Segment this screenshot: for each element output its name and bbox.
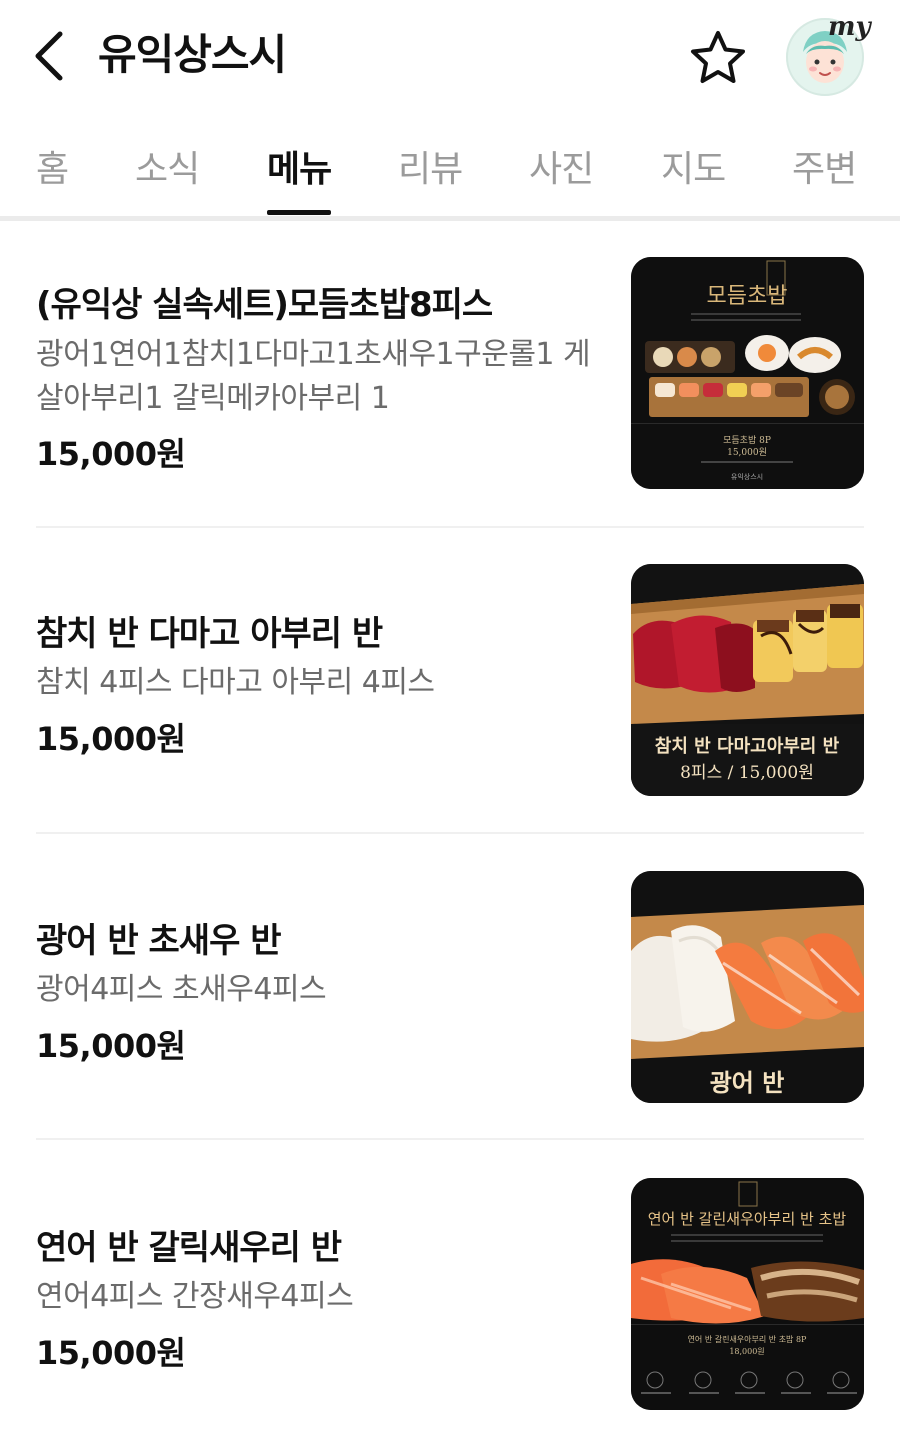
my-badge: my	[828, 12, 871, 42]
divider	[36, 832, 864, 834]
menu-item-description: 광어1연어1참치1다마고1초새우1구운롤1 게살아부리1 갈릭메카아부리 1	[36, 337, 591, 416]
thumb-label: 모듬초밥 8P	[723, 435, 771, 446]
menu-item-name: 참치 반 다마고 아부리 반	[36, 614, 383, 654]
menu-item-description: 참치 4피스 다마고 아부리 4피스	[36, 665, 435, 700]
app-header: 유익상스시 my	[0, 0, 900, 110]
food-image-icon: 참치 반 다마고아부리 반 8피스 / 15,000원	[631, 564, 864, 796]
menu-item-price: 15,000원	[36, 1027, 186, 1065]
chevron-left-icon	[35, 31, 63, 81]
food-image-icon: 모듬초밥 모듬초밥 8P 15,000원 유익상스시	[631, 257, 864, 489]
thumb-price: 8피스 / 15,000원	[680, 763, 814, 783]
tab-reviews[interactable]: 리뷰	[398, 140, 463, 192]
food-image-icon: 연어 반 갈린새우아부리 반 초밥 연어 반 갈린새우아부리 반 초밥 8P 1…	[631, 1178, 864, 1410]
menu-item-image: 광어 반	[631, 871, 864, 1103]
tab-map[interactable]: 지도	[661, 140, 726, 192]
menu-item-name: 연어 반 갈릭새우리 반	[36, 1228, 342, 1268]
page-title: 유익상스시	[98, 30, 287, 79]
thumb-label: 연어 반 갈린새우아부리 반 초밥 8P	[688, 1334, 807, 1344]
thumb-title: 광어 반	[710, 1068, 785, 1097]
menu-item-image: 참치 반 다마고아부리 반 8피스 / 15,000원	[631, 564, 864, 796]
menu-item-description: 광어4피스 초새우4피스	[36, 972, 327, 1007]
thumb-shop: 유익상스시	[731, 472, 763, 481]
menu-item-price: 15,000원	[36, 720, 186, 758]
tab-nearby[interactable]: 주변	[792, 140, 857, 192]
tab-bar: 홈 소식 메뉴 리뷰 사진 지도 주변	[0, 124, 900, 221]
menu-item-name: 광어 반 초새우 반	[36, 921, 281, 961]
divider	[36, 1138, 864, 1140]
menu-item-image: 연어 반 갈린새우아부리 반 초밥 연어 반 갈린새우아부리 반 초밥 8P 1…	[631, 1178, 864, 1410]
tab-menu[interactable]: 메뉴	[267, 140, 332, 192]
menu-item[interactable]: 광어 반 초새우 반 광어4피스 초새우4피스 15,000원 광어 반	[36, 871, 864, 1103]
thumb-title: 모듬초밥	[707, 284, 788, 309]
food-image-icon: 광어 반	[631, 871, 864, 1103]
thumb-price: 18,000원	[729, 1347, 764, 1356]
menu-item-name: (유익상 실속세트)모듬초밥8피스	[36, 285, 493, 325]
tab-news[interactable]: 소식	[135, 140, 200, 192]
active-tab-indicator	[267, 210, 331, 215]
menu-item-price: 15,000원	[36, 1334, 186, 1372]
menu-item[interactable]: 참치 반 다마고 아부리 반 참치 4피스 다마고 아부리 4피스 15,000…	[36, 564, 864, 796]
menu-item-price: 15,000원	[36, 435, 186, 473]
thumb-title: 참치 반 다마고아부리 반	[655, 736, 840, 757]
tab-home[interactable]: 홈	[36, 140, 69, 192]
thumb-price: 15,000원	[727, 447, 767, 458]
menu-item[interactable]: (유익상 실속세트)모듬초밥8피스 광어1연어1참치1다마고1초새우1구운롤1 …	[36, 257, 864, 489]
menu-item[interactable]: 연어 반 갈릭새우리 반 연어4피스 간장새우4피스 15,000원 연어 반 …	[36, 1178, 864, 1410]
divider	[36, 526, 864, 528]
menu-item-description: 연어4피스 간장새우4피스	[36, 1279, 354, 1314]
back-button[interactable]	[28, 24, 76, 88]
menu-item-image: 모듬초밥 모듬초밥 8P 15,000원 유익상스시	[631, 257, 864, 489]
star-icon	[691, 31, 745, 83]
favorite-button[interactable]	[688, 28, 748, 88]
tab-photos[interactable]: 사진	[529, 140, 594, 192]
thumb-title: 연어 반 갈린새우아부리 반 초밥	[648, 1210, 847, 1228]
